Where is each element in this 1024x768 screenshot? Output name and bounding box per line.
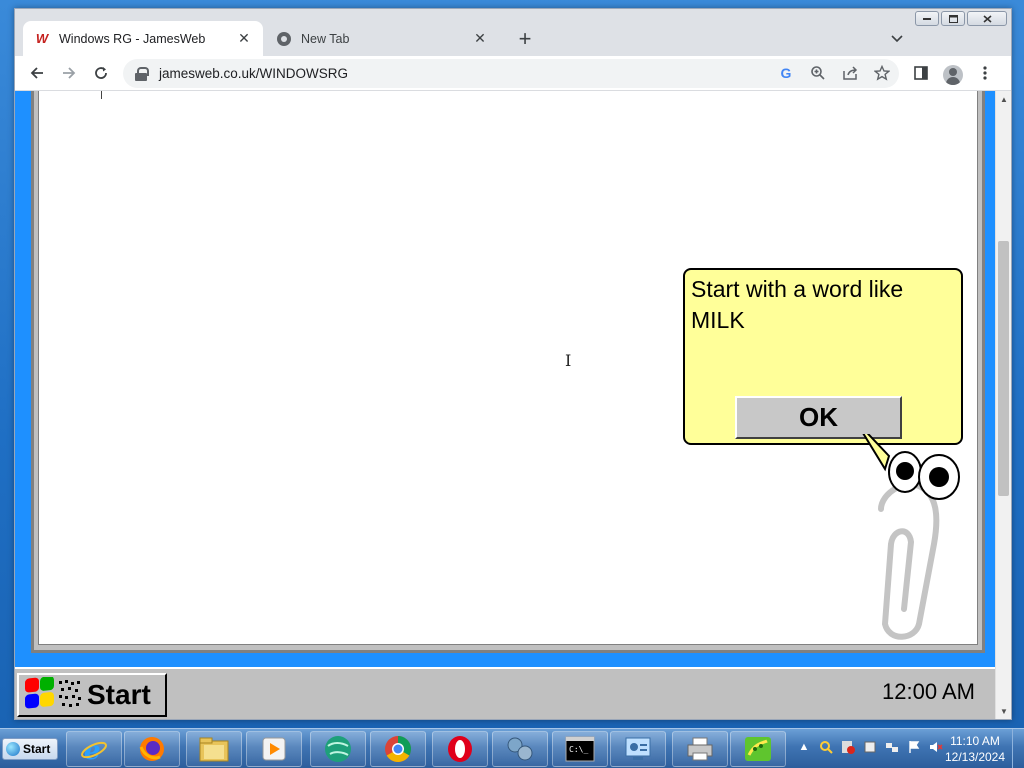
zoom-icon[interactable] (807, 62, 829, 84)
os-start-button[interactable]: Start (2, 738, 58, 760)
windows-flag-icon (25, 677, 81, 709)
lock-icon[interactable] (135, 66, 149, 81)
url-text: jamesweb.co.uk/WINDOWSRG (159, 66, 349, 81)
os-start-label: Start (23, 742, 51, 756)
rg-start-label: Start (87, 679, 151, 710)
media-player-icon[interactable] (246, 731, 302, 767)
paperclip-assistant-icon[interactable] (859, 434, 979, 644)
action-center-flag-icon[interactable] (906, 739, 922, 755)
ibeam-cursor-icon: I (565, 351, 572, 370)
tab-title: Windows RG - JamesWeb (59, 31, 206, 46)
rg-taskbar: Start 12:00 AM (15, 667, 995, 719)
new-tab-button[interactable]: + (511, 25, 539, 53)
chrome-favicon-icon (275, 31, 293, 47)
printer-icon[interactable] (672, 731, 728, 767)
scroll-down-arrow-icon[interactable]: ▼ (996, 703, 1012, 719)
chrome-icon[interactable] (370, 731, 426, 767)
rg-start-button[interactable]: Start (17, 673, 167, 717)
security-alert-icon[interactable] (840, 739, 856, 755)
tab-title: New Tab (301, 31, 350, 46)
jamesweb-favicon-icon: W (35, 31, 49, 46)
rg-app-window: I Start with a word like MILK OK (31, 91, 985, 653)
scrollbar-thumb[interactable] (998, 241, 1009, 496)
minimize-button[interactable] (915, 11, 939, 26)
svg-text:C:\_: C:\_ (569, 745, 588, 754)
address-bar[interactable]: jamesweb.co.uk/WINDOWSRG G (123, 59, 899, 88)
os-clock[interactable]: 11:10 AM 12/13/2024 (940, 733, 1010, 765)
rg-clock: 12:00 AM (882, 679, 975, 704)
text-caret (101, 91, 102, 99)
ok-button[interactable]: OK (735, 396, 902, 439)
os-date: 12/13/2024 (944, 750, 1006, 764)
close-window-button[interactable] (967, 11, 1007, 26)
tab-search-chevron-icon[interactable] (883, 25, 911, 53)
menu-kebab-icon[interactable] (973, 59, 997, 87)
tab-new-tab[interactable]: New Tab ✕ (265, 21, 499, 56)
close-tab-icon[interactable]: ✕ (471, 30, 489, 48)
firefox-icon[interactable] (124, 731, 180, 767)
page-viewport: I Start with a word like MILK OK Start 1… (15, 91, 995, 719)
command-prompt-icon[interactable]: C:\_ (552, 731, 608, 767)
show-hidden-icons-icon[interactable]: ▲ (796, 739, 812, 755)
bookmark-star-icon[interactable] (871, 62, 893, 84)
scroll-up-arrow-icon[interactable]: ▲ (996, 91, 1012, 107)
assistant-speech-bubble: Start with a word like MILK OK (683, 268, 963, 445)
profile-icon[interactable] (941, 59, 965, 87)
window-controls (915, 11, 1007, 26)
page-scrollbar[interactable]: ▲ ▼ (995, 91, 1011, 719)
windows-orb-icon (6, 742, 20, 756)
google-icon[interactable]: G (775, 62, 797, 84)
close-tab-icon[interactable]: ✕ (235, 30, 253, 48)
maximize-button[interactable] (941, 11, 965, 26)
device-tray-icon[interactable] (862, 739, 878, 755)
browser-window: W Windows RG - JamesWeb ✕ New Tab ✕ + ja… (14, 8, 1012, 720)
opera-icon[interactable] (432, 731, 488, 767)
system-tray: ▲ (796, 739, 944, 755)
os-taskbar: Start e C:\_ ▲ 11:10 AM 12/13/2024 (0, 728, 1024, 768)
reload-icon[interactable] (87, 59, 115, 87)
os-time: 11:10 AM (950, 734, 1000, 748)
tab-windows-rg[interactable]: W Windows RG - JamesWeb ✕ (23, 21, 263, 56)
file-explorer-icon[interactable] (186, 731, 242, 767)
tab-strip: W Windows RG - JamesWeb ✕ New Tab ✕ + (15, 9, 1011, 56)
rg-document-area[interactable]: I Start with a word like MILK OK (38, 91, 978, 645)
back-arrow-icon[interactable] (23, 59, 51, 87)
show-desktop-button[interactable] (1012, 729, 1024, 768)
dialog-message: Start with a word like MILK (691, 276, 904, 333)
control-panel-icon[interactable] (610, 731, 666, 767)
internet-explorer-icon[interactable]: e (66, 731, 122, 767)
forward-arrow-icon[interactable] (55, 59, 83, 87)
network-tool-icon[interactable] (492, 731, 548, 767)
green-app-icon[interactable] (730, 731, 786, 767)
search-tray-icon[interactable] (818, 739, 834, 755)
green-globe-icon[interactable] (310, 731, 366, 767)
side-panel-icon[interactable] (909, 59, 933, 87)
browser-toolbar: jamesweb.co.uk/WINDOWSRG G (15, 56, 1011, 91)
network-tray-icon[interactable] (884, 739, 900, 755)
share-icon[interactable] (839, 62, 861, 84)
